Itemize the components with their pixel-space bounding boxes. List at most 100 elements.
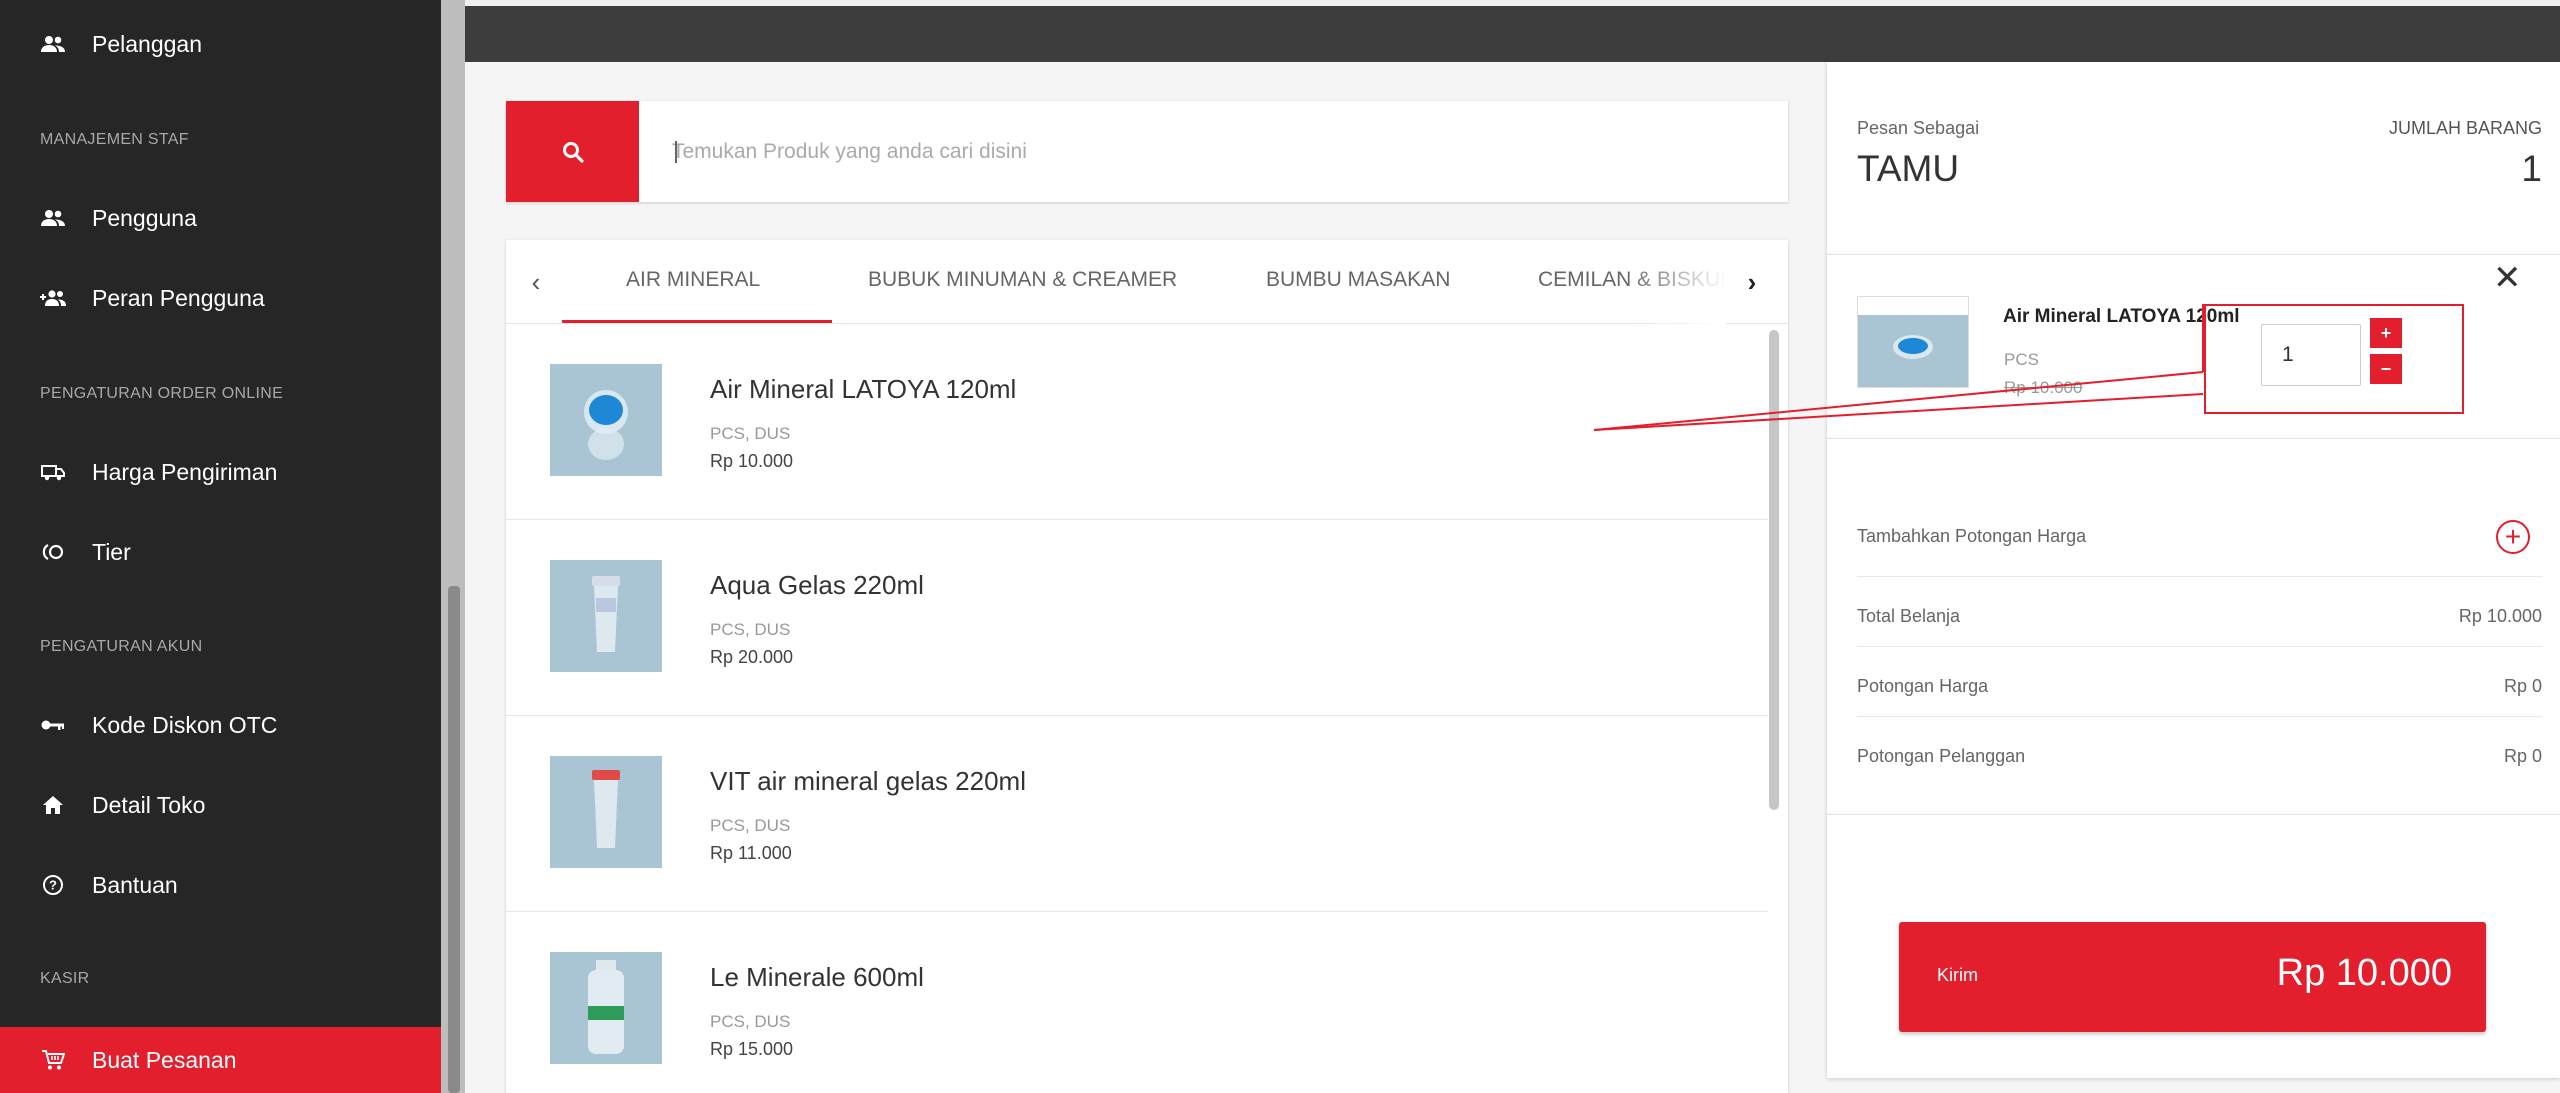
discount-value: Rp 0 [2503,676,2542,696]
tier-icon [40,539,66,565]
submit-amount: Rp 10.000 [2276,952,2452,994]
cart-item-price: Rp 10.000 [2004,378,2083,397]
key-icon [40,712,66,738]
product-name: Le Minerale 600ml [710,962,924,992]
product-units: PCS, DUS [710,816,791,835]
cart-icon [40,1047,66,1073]
sidebar-item-bantuan[interactable]: ? Bantuan [0,855,441,915]
cart-item-unit: PCS [2004,350,2039,369]
sidebar-item-label: Harga Pengiriman [92,458,278,485]
plus-circle-icon: + [2504,521,2522,552]
sidebar-item-label: Pelanggan [92,30,202,57]
product-price: Rp 11.000 [710,843,792,863]
text-caret [675,141,677,163]
truck-icon [40,459,66,485]
close-icon: ✕ [2493,259,2522,297]
annotation-highlight-box [2204,304,2464,414]
product-item[interactable]: Air Mineral LATOYA 120ml PCS, DUS Rp 10.… [506,324,1768,520]
tab-bumbu-masakan[interactable]: BUMBU MASAKAN [1266,268,1450,292]
help-icon: ? [40,872,66,898]
sidebar-section-header: PENGATURAN ORDER ONLINE [40,385,284,402]
sidebar-item-label: Detail Toko [92,791,206,818]
users-icon [40,31,66,57]
product-name: Aqua Gelas 220ml [710,570,924,600]
discount-label: Potongan Harga [1857,676,1989,696]
divider [1857,646,2542,647]
sidebar-item-buat-pesanan[interactable]: Buat Pesanan [0,1027,441,1093]
sidebar-item-tier[interactable]: Tier [0,522,441,582]
divider [1827,814,2560,815]
product-name: Air Mineral LATOYA 120ml [710,374,1017,404]
product-image [550,952,662,1064]
users-icon [40,205,66,231]
order-as-label: Pesan Sebagai [1857,118,1980,138]
sidebar-item-label: Tier [92,538,131,565]
sidebar-item-detail-toko[interactable]: Detail Toko [0,775,441,835]
item-count-value: 1 [2521,148,2542,189]
product-item[interactable]: VIT air mineral gelas 220ml PCS, DUS Rp … [506,716,1768,912]
tabs-next-button[interactable]: › [1732,262,1772,302]
sidebar-item-label: Buat Pesanan [92,1046,237,1073]
search-icon [562,141,584,163]
divider [1857,716,2542,717]
product-price: Rp 10.000 [710,451,794,471]
product-units: PCS, DUS [710,620,791,639]
product-units: PCS, DUS [710,424,791,443]
order-as-value[interactable]: TAMU [1857,148,1959,190]
submit-label: Kirim [1937,965,1978,985]
sidebar-scrollbar-thumb[interactable] [448,586,460,1093]
tabs-prev-button[interactable]: ‹ [516,262,556,302]
submit-order-button[interactable]: Kirim Rp 10.000 [1899,922,2486,1032]
product-price: Rp 20.000 [710,647,794,667]
category-tabs: ‹ AIR MINERAL BUBUK MINUMAN & CREAMER BU… [506,240,1788,324]
search-input[interactable] [672,101,1772,202]
product-image [550,756,662,868]
sidebar-item-pengguna[interactable]: Pengguna [0,188,441,248]
divider [1827,254,2560,255]
chevron-right-icon: › [1747,266,1757,297]
home-icon [40,792,66,818]
top-bar-edge [465,0,2560,6]
product-list-scrollbar[interactable] [1769,330,1779,810]
svg-text:?: ? [49,878,57,893]
sidebar-item-kode-diskon[interactable]: Kode Diskon OTC [0,695,441,755]
sidebar-item-harga-pengiriman[interactable]: Harga Pengiriman [0,442,441,502]
customer-discount-label: Potongan Pelanggan [1857,746,2026,766]
add-discount-label: Tambahkan Potongan Harga [1857,526,2087,546]
sidebar-item-peran-pengguna[interactable]: Peran Pengguna [0,268,441,328]
product-image [550,364,662,476]
sidebar-section-header: PENGATURAN AKUN [40,638,203,655]
order-panel: Pesan Sebagai TAMU JUMLAH BARANG 1 ✕ Air… [1827,62,2560,1078]
total-value: Rp 10.000 [2458,606,2542,626]
sidebar-item-label: Kode Diskon OTC [92,711,278,738]
user-role-icon [40,285,66,311]
tab-air-mineral[interactable]: AIR MINERAL [626,268,760,292]
sidebar: Pelanggan MANAJEMEN STAF Pengguna Peran … [0,0,441,1093]
product-units: PCS, DUS [710,1012,791,1031]
product-list-card: ‹ AIR MINERAL BUBUK MINUMAN & CREAMER BU… [506,240,1788,1093]
customer-discount-value: Rp 0 [2503,746,2542,766]
active-tab-indicator [562,320,832,323]
top-bar [465,0,2560,62]
cart-item-image [1857,296,1969,388]
sidebar-item-label: Peran Pengguna [92,284,265,311]
product-item[interactable]: Le Minerale 600ml PCS, DUS Rp 15.000 [506,912,1768,1093]
item-count-label: JUMLAH BARANG [2388,118,2542,138]
sidebar-item-label: Pengguna [92,204,197,231]
tab-bubuk-minuman[interactable]: BUBUK MINUMAN & CREAMER [868,268,1177,292]
chevron-left-icon: ‹ [531,266,541,297]
sidebar-item-label: Bantuan [92,871,178,898]
remove-item-button[interactable]: ✕ [2493,258,2522,298]
total-label: Total Belanja [1857,606,1961,626]
divider [1827,438,2560,439]
sidebar-section-header: MANAJEMEN STAF [40,131,189,148]
search-button[interactable] [506,101,639,202]
product-image [550,560,662,672]
sidebar-section-header: KASIR [40,970,90,987]
divider [1857,576,2542,577]
search-box [506,101,1788,202]
sidebar-item-pelanggan[interactable]: Pelanggan [0,14,441,74]
add-discount-button[interactable]: + [2496,520,2530,554]
product-item[interactable]: Aqua Gelas 220ml PCS, DUS Rp 20.000 [506,520,1768,716]
product-name: VIT air mineral gelas 220ml [710,766,1026,796]
